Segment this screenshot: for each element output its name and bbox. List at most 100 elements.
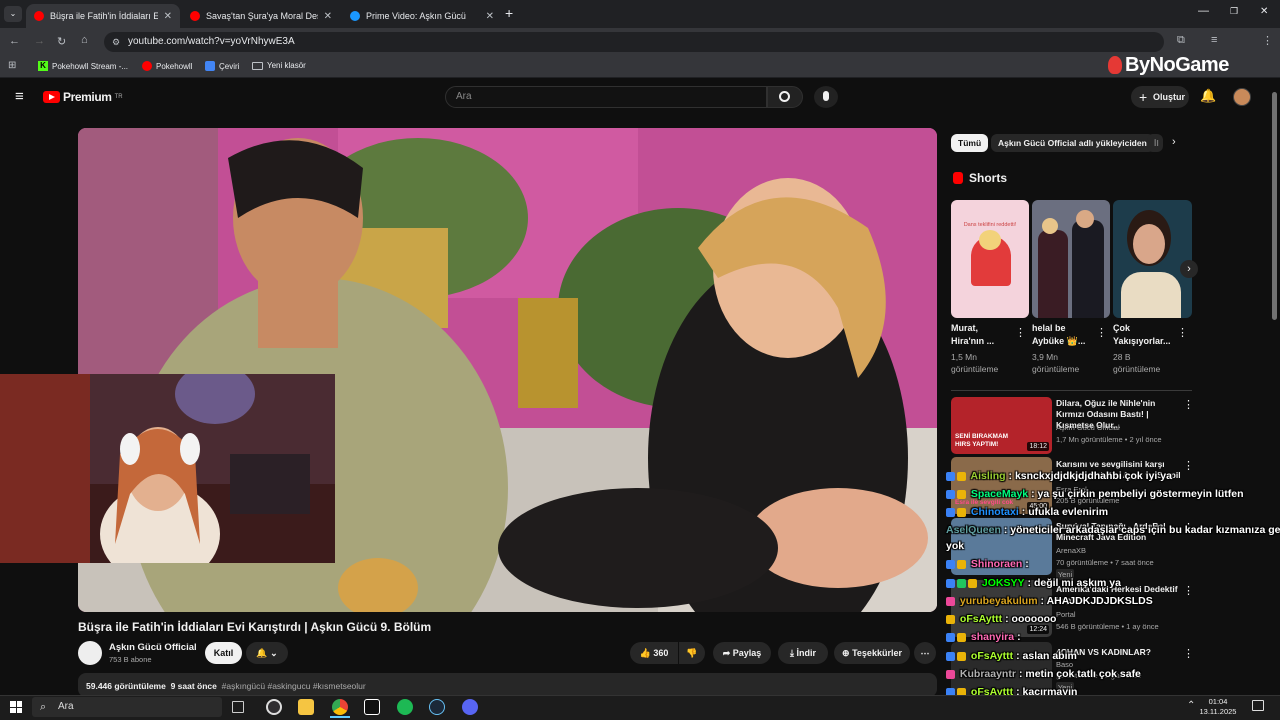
hashtags[interactable]: #aşkıngücü #askingucu #kısmetseolur — [222, 681, 366, 691]
like-button[interactable]: 👍 360 — [630, 642, 678, 664]
download-icon: ⤓ — [790, 648, 794, 658]
site-info-icon[interactable]: ⚙ — [112, 32, 120, 52]
short-thumbnail-2[interactable] — [1032, 200, 1110, 318]
chat-username: oFsAyttt — [970, 650, 1014, 662]
discord-app-icon[interactable] — [462, 699, 478, 715]
reload-icon[interactable]: ↻ — [57, 35, 66, 48]
chrome-app-icon[interactable] — [332, 699, 348, 715]
short-title-1[interactable]: Murat, Hira'nın ... — [951, 322, 1013, 348]
menu-kebab-icon[interactable]: ⋮ — [1262, 34, 1273, 47]
short-more-icon[interactable]: ⋮ — [1096, 326, 1107, 339]
recommended-channel[interactable]: ArenaXB — [1056, 545, 1186, 556]
taskbar-clock[interactable]: 01:04 13.11.2025 — [1198, 697, 1238, 717]
close-tab-icon[interactable]: ✕ — [486, 11, 494, 22]
short-title-2[interactable]: helal be Aybüke 👑... — [1032, 322, 1094, 348]
chips-next-icon[interactable]: › — [1172, 136, 1176, 148]
reading-list-icon[interactable]: ≡ — [1211, 34, 1217, 46]
search-button[interactable] — [767, 86, 803, 108]
chat-badge-icon — [946, 578, 955, 588]
file-explorer-icon[interactable] — [298, 699, 314, 715]
search-input[interactable]: Ara — [445, 86, 767, 108]
chat-badge-icon — [946, 669, 955, 679]
bookmark-ceviri[interactable]: Çeviri — [205, 61, 239, 71]
bookmarks-bar: ⊞ K Pokehowll Stream -... Pokehowll Çevi… — [0, 56, 1280, 78]
restore-window-button[interactable]: ❐ — [1230, 6, 1238, 17]
view-count: 59.446 görüntüleme — [86, 681, 166, 691]
short-more-icon[interactable]: ⋮ — [1015, 326, 1026, 339]
shorts-next-button[interactable]: › — [1180, 260, 1198, 278]
thumbs-down-icon: 👎 — [686, 648, 698, 658]
recommended-more-icon[interactable]: ⋮ — [1183, 459, 1194, 472]
short-thumbnail-1[interactable]: Dans teklifini reddetti! — [951, 200, 1029, 318]
notifications-bell-icon[interactable]: 🔔 — [1200, 88, 1216, 104]
recommended-channel[interactable]: Portal — [1056, 609, 1186, 620]
steam-app-icon[interactable] — [429, 699, 445, 715]
recommended-more-icon[interactable]: ⋮ — [1183, 398, 1194, 411]
chat-username: AselQueen — [946, 524, 1001, 536]
tray-chevron-up-icon[interactable]: ⌃ — [1187, 700, 1195, 711]
hamburger-menu-icon[interactable]: ≡ — [15, 88, 24, 105]
create-button[interactable]: + Oluştur — [1131, 86, 1189, 108]
shorts-divider — [951, 390, 1192, 391]
subscribe-notifications-button[interactable]: 🔔 ⌄ — [246, 642, 288, 664]
extensions-icon[interactable]: ⧉ — [1177, 34, 1185, 47]
chip-from-uploader[interactable]: Aşkın Gücü Official adlı yükleyiciden — [991, 134, 1154, 152]
chat-message: AselQueen: yöneticiler arkadaşlar caps i… — [946, 524, 1280, 536]
home-icon[interactable]: ⌂ — [81, 34, 88, 46]
chip-related[interactable]: İl — [1147, 134, 1163, 152]
recommended-thumbnail[interactable]: SENİ BIRAKMAM HIRS YAPTIM! 18:12 — [951, 397, 1052, 454]
dislike-button[interactable]: 👎 — [679, 642, 705, 664]
voice-search-button[interactable] — [814, 86, 838, 108]
bookmark-pokehowll-stream[interactable]: K Pokehowll Stream -... — [38, 61, 128, 71]
more-actions-button[interactable]: ⋯ — [914, 642, 936, 664]
close-window-button[interactable]: ✕ — [1260, 6, 1268, 17]
minimize-window-button[interactable]: — — [1198, 5, 1209, 17]
thumbs-up-icon: 👍 — [639, 648, 651, 658]
prime-video-favicon-icon — [350, 11, 360, 21]
tab-savas-sura[interactable]: Savaş'tan Şura'ya Moral Desteği ✕ — [182, 4, 340, 28]
bookmark-folder-yeni-klasor[interactable]: Yeni klasör — [252, 61, 306, 70]
new-tab-button[interactable]: + — [505, 5, 513, 21]
recommended-more-icon[interactable]: ⋮ — [1183, 647, 1194, 660]
back-arrow-icon[interactable]: ← — [9, 35, 20, 47]
chat-text: ya şu çirkin pembeliyi göstermeyin lütfe… — [1037, 488, 1244, 500]
capcut-app-icon[interactable] — [364, 699, 380, 715]
recommended-more-icon[interactable]: ⋮ — [1183, 584, 1194, 597]
youtube-premium-logo[interactable]: Premium TR — [43, 90, 123, 104]
bookmark-pokehowll[interactable]: Pokehowll — [142, 61, 192, 71]
recommended-channel[interactable]: Aşkın Gücü Official — [1056, 422, 1186, 433]
chat-text: aslan abim — [1022, 650, 1077, 662]
short-views-3: 28 B görüntüleme — [1113, 352, 1161, 374]
chat-message: Chinotaxi: ufukla evlenirim — [946, 506, 1108, 518]
chat-text: yöneticiler arkadaşlar caps için bu kada… — [1010, 524, 1280, 536]
task-view-icon[interactable] — [232, 701, 244, 713]
forward-arrow-icon[interactable]: → — [34, 35, 45, 47]
short-thumbnail-3[interactable] — [1113, 200, 1192, 318]
duration-badge: 18:12 — [1027, 442, 1049, 451]
description-box[interactable]: 59.446 görüntüleme 9 saat önce #aşkıngüc… — [78, 673, 937, 697]
channel-avatar[interactable] — [78, 641, 102, 665]
page-scrollbar[interactable] — [1272, 92, 1277, 320]
chat-badge-icon — [946, 614, 955, 624]
share-button[interactable]: ➦ Paylaş — [713, 642, 771, 664]
download-button[interactable]: ⤓ İndir — [778, 642, 828, 664]
chip-all[interactable]: Tümü — [951, 134, 989, 152]
short-more-icon[interactable]: ⋮ — [1177, 326, 1188, 339]
short-title-3[interactable]: Çok Yakışıyorlar... — [1113, 322, 1175, 348]
windows-start-icon[interactable] — [10, 701, 22, 713]
account-avatar[interactable] — [1233, 88, 1251, 106]
address-bar[interactable]: ⚙ youtube.com/watch?v=yoVrNhywE3A — [104, 32, 1164, 52]
tab-busra-fatih[interactable]: Büşra ile Fatih'in İddiaları Evi Ka ✕ — [26, 4, 180, 28]
thanks-button[interactable]: ⊕ Teşekkürler — [834, 642, 910, 664]
taskbar-search-input[interactable]: ⌕ Ara — [32, 697, 222, 717]
obs-app-icon[interactable] — [266, 699, 282, 715]
close-tab-icon[interactable]: ✕ — [324, 11, 332, 22]
close-tab-icon[interactable]: ✕ — [164, 11, 172, 22]
tab-prime-video[interactable]: Prime Video: Aşkın Gücü ✕ — [342, 4, 502, 28]
tab-list-button[interactable]: ⌄ — [4, 6, 22, 22]
spotify-app-icon[interactable] — [397, 699, 413, 715]
join-button[interactable]: Katıl — [205, 642, 242, 664]
channel-name[interactable]: Aşkın Gücü Official — [109, 642, 197, 653]
apps-grid-icon[interactable]: ⊞ — [8, 60, 16, 71]
notification-center-icon[interactable] — [1252, 700, 1264, 711]
